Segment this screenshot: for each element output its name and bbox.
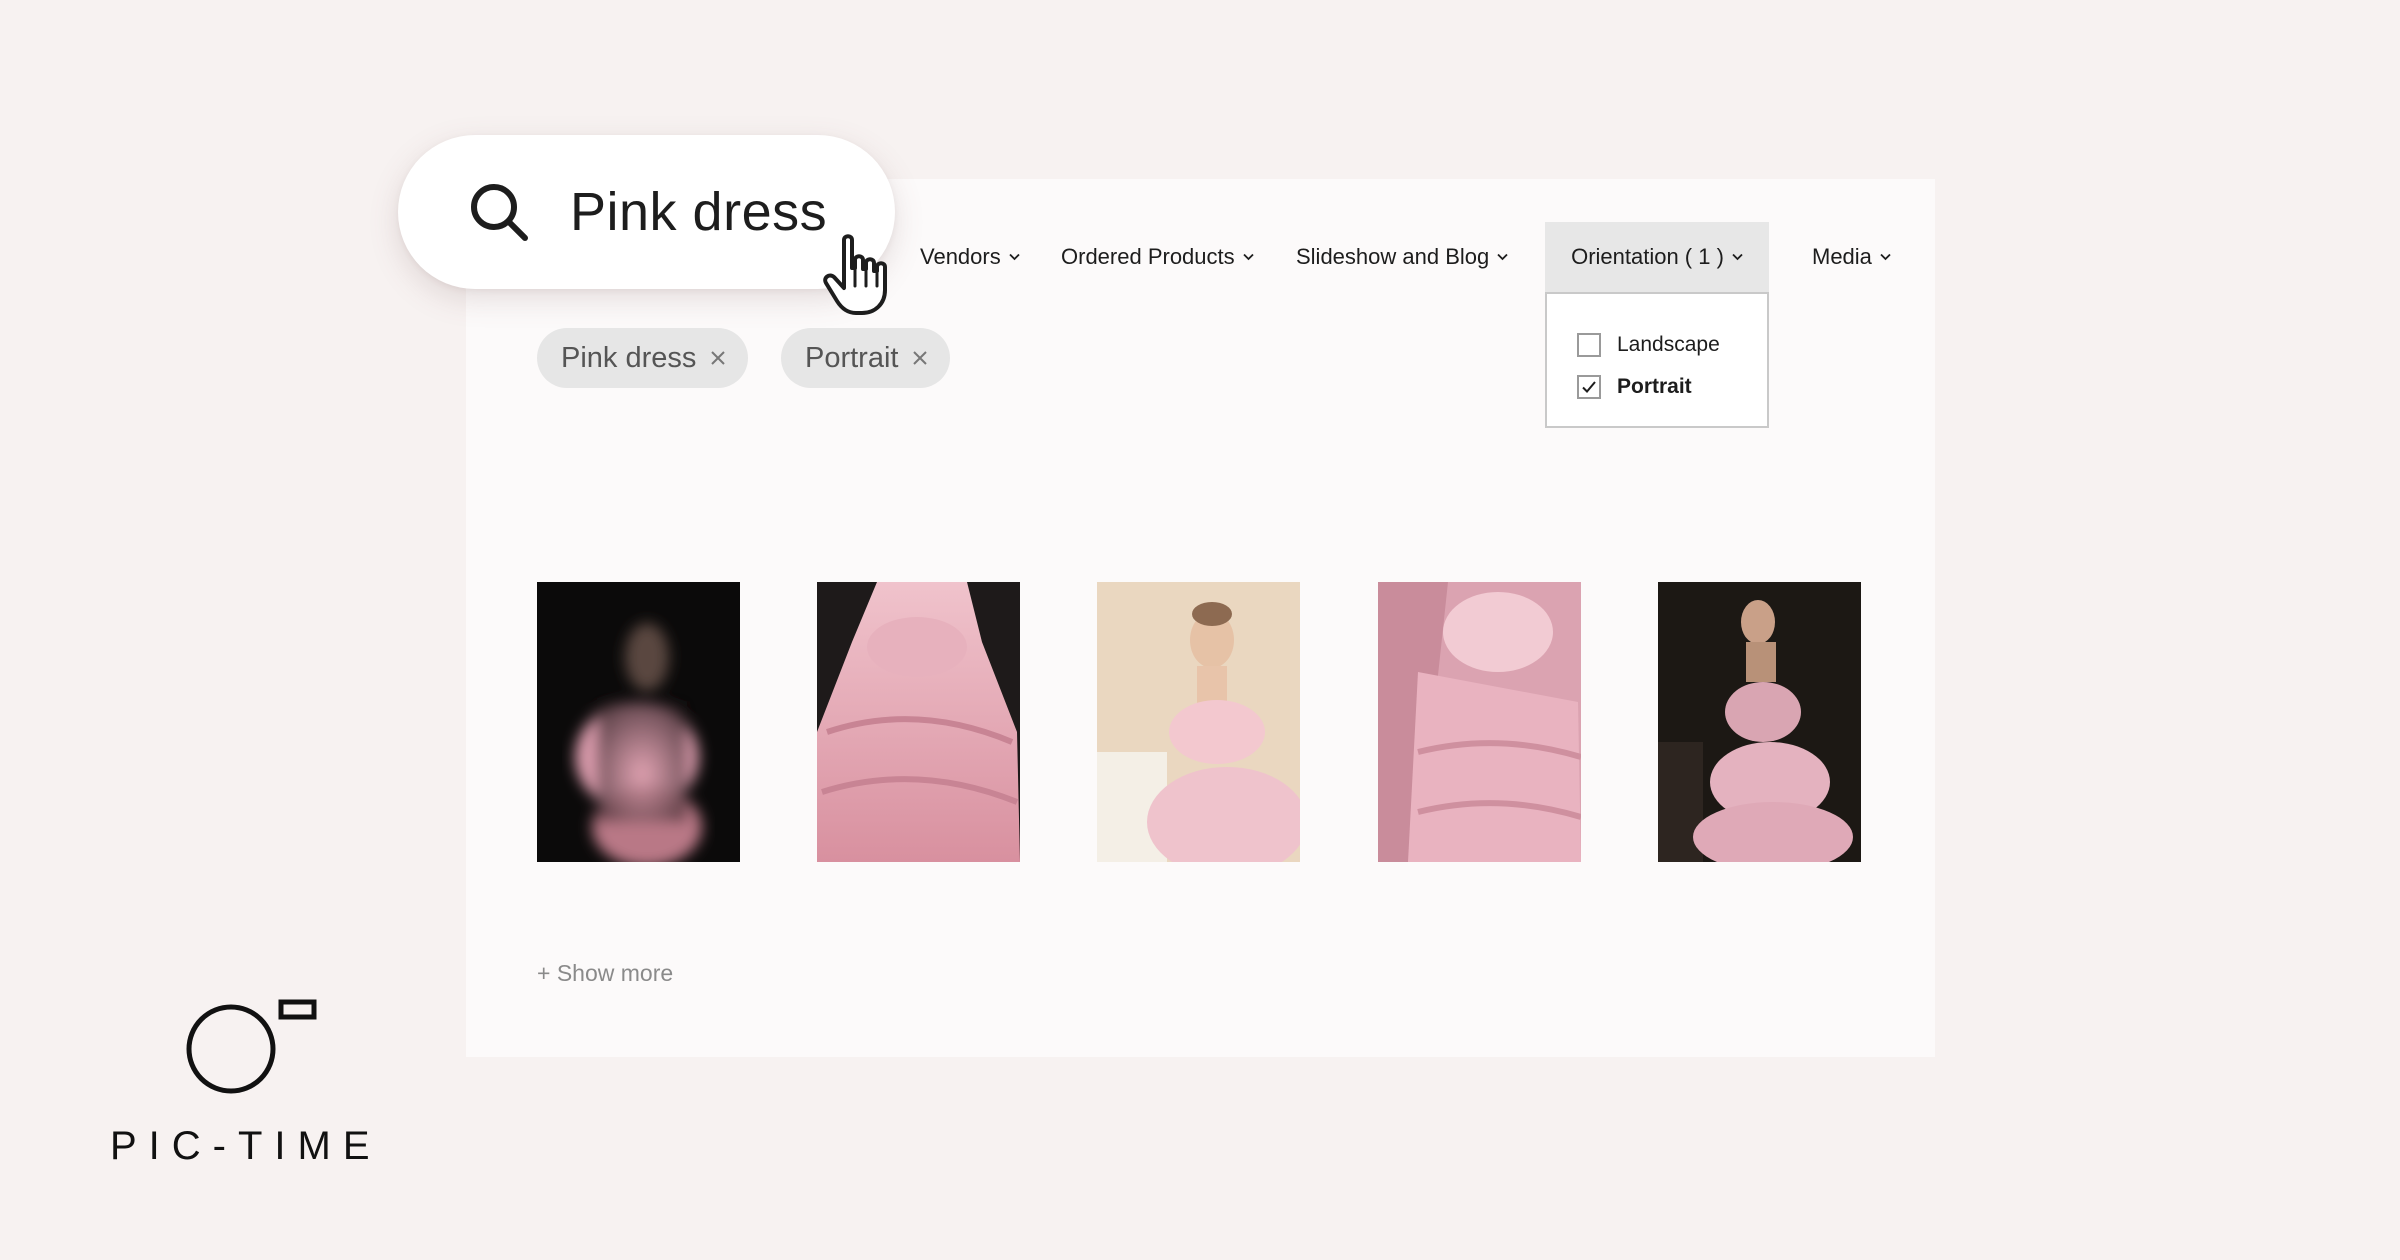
orientation-option-portrait[interactable]: Portrait: [1577, 366, 1767, 408]
chip-label: Portrait: [805, 341, 899, 374]
photo-blurred-pink-dress-dark-icon: [537, 582, 740, 862]
checkmark-icon: [1582, 381, 1596, 393]
orientation-option-landscape[interactable]: Landscape: [1577, 324, 1767, 366]
photo-woman-pink-dress-light-room-icon: [1097, 582, 1300, 862]
pic-time-logo-icon: [186, 999, 317, 1094]
show-more-link[interactable]: + Show more: [537, 960, 673, 987]
photo-pink-ruffled-dress-closeup-icon: [1378, 582, 1581, 862]
photo-pink-tulle-skirt-icon: [817, 582, 1020, 862]
close-icon[interactable]: [912, 350, 928, 366]
chevron-down-icon: [1880, 253, 1891, 261]
filter-chip-portrait[interactable]: Portrait: [781, 328, 951, 388]
search-query-text[interactable]: Pink dress: [570, 181, 827, 243]
landscape-checkbox[interactable]: [1577, 333, 1601, 357]
result-photo[interactable]: [1658, 582, 1861, 862]
nav-ordered-products-label: Ordered Products: [1061, 244, 1235, 269]
chevron-down-icon: [1732, 253, 1743, 261]
orientation-option-label: Portrait: [1617, 375, 1692, 398]
chevron-down-icon: [1497, 253, 1508, 261]
search-icon: [471, 184, 528, 241]
nav-vendors-label: Vendors: [920, 244, 1001, 269]
filter-chip-pink-dress[interactable]: Pink dress: [537, 328, 749, 388]
nav-orientation-label: Orientation ( 1 ): [1571, 244, 1724, 269]
stage: Vendors Ordered Products Slideshow and B…: [0, 0, 2400, 1260]
chip-label: Pink dress: [561, 341, 697, 374]
close-icon[interactable]: [710, 350, 726, 366]
chevron-down-icon: [1243, 253, 1254, 261]
nav-orientation-filter[interactable]: Orientation ( 1 ): [1545, 222, 1769, 292]
result-photo[interactable]: [817, 582, 1020, 862]
nav-media-label: Media: [1812, 244, 1872, 269]
result-photo[interactable]: [1378, 582, 1581, 862]
result-photo[interactable]: [537, 582, 740, 862]
chevron-down-icon: [1009, 253, 1020, 261]
search-bar[interactable]: Pink dress: [398, 135, 895, 289]
nav-vendors-filter[interactable]: Vendors: [920, 222, 1020, 292]
nav-slideshow-blog-label: Slideshow and Blog: [1296, 244, 1490, 269]
portrait-checkbox[interactable]: [1577, 375, 1601, 399]
hand-pointer-cursor-icon: [823, 234, 887, 315]
result-photo[interactable]: [1097, 582, 1300, 862]
photo-woman-pink-dress-dark-room-icon: [1658, 582, 1861, 862]
nav-slideshow-blog-filter[interactable]: Slideshow and Blog: [1296, 222, 1508, 292]
orientation-dropdown: Landscape Portrait: [1545, 292, 1769, 428]
nav-ordered-products-filter[interactable]: Ordered Products: [1061, 222, 1254, 292]
nav-media-filter[interactable]: Media: [1812, 222, 1891, 292]
orientation-option-label: Landscape: [1617, 333, 1720, 356]
brand-name: PIC-TIME: [110, 1124, 382, 1168]
